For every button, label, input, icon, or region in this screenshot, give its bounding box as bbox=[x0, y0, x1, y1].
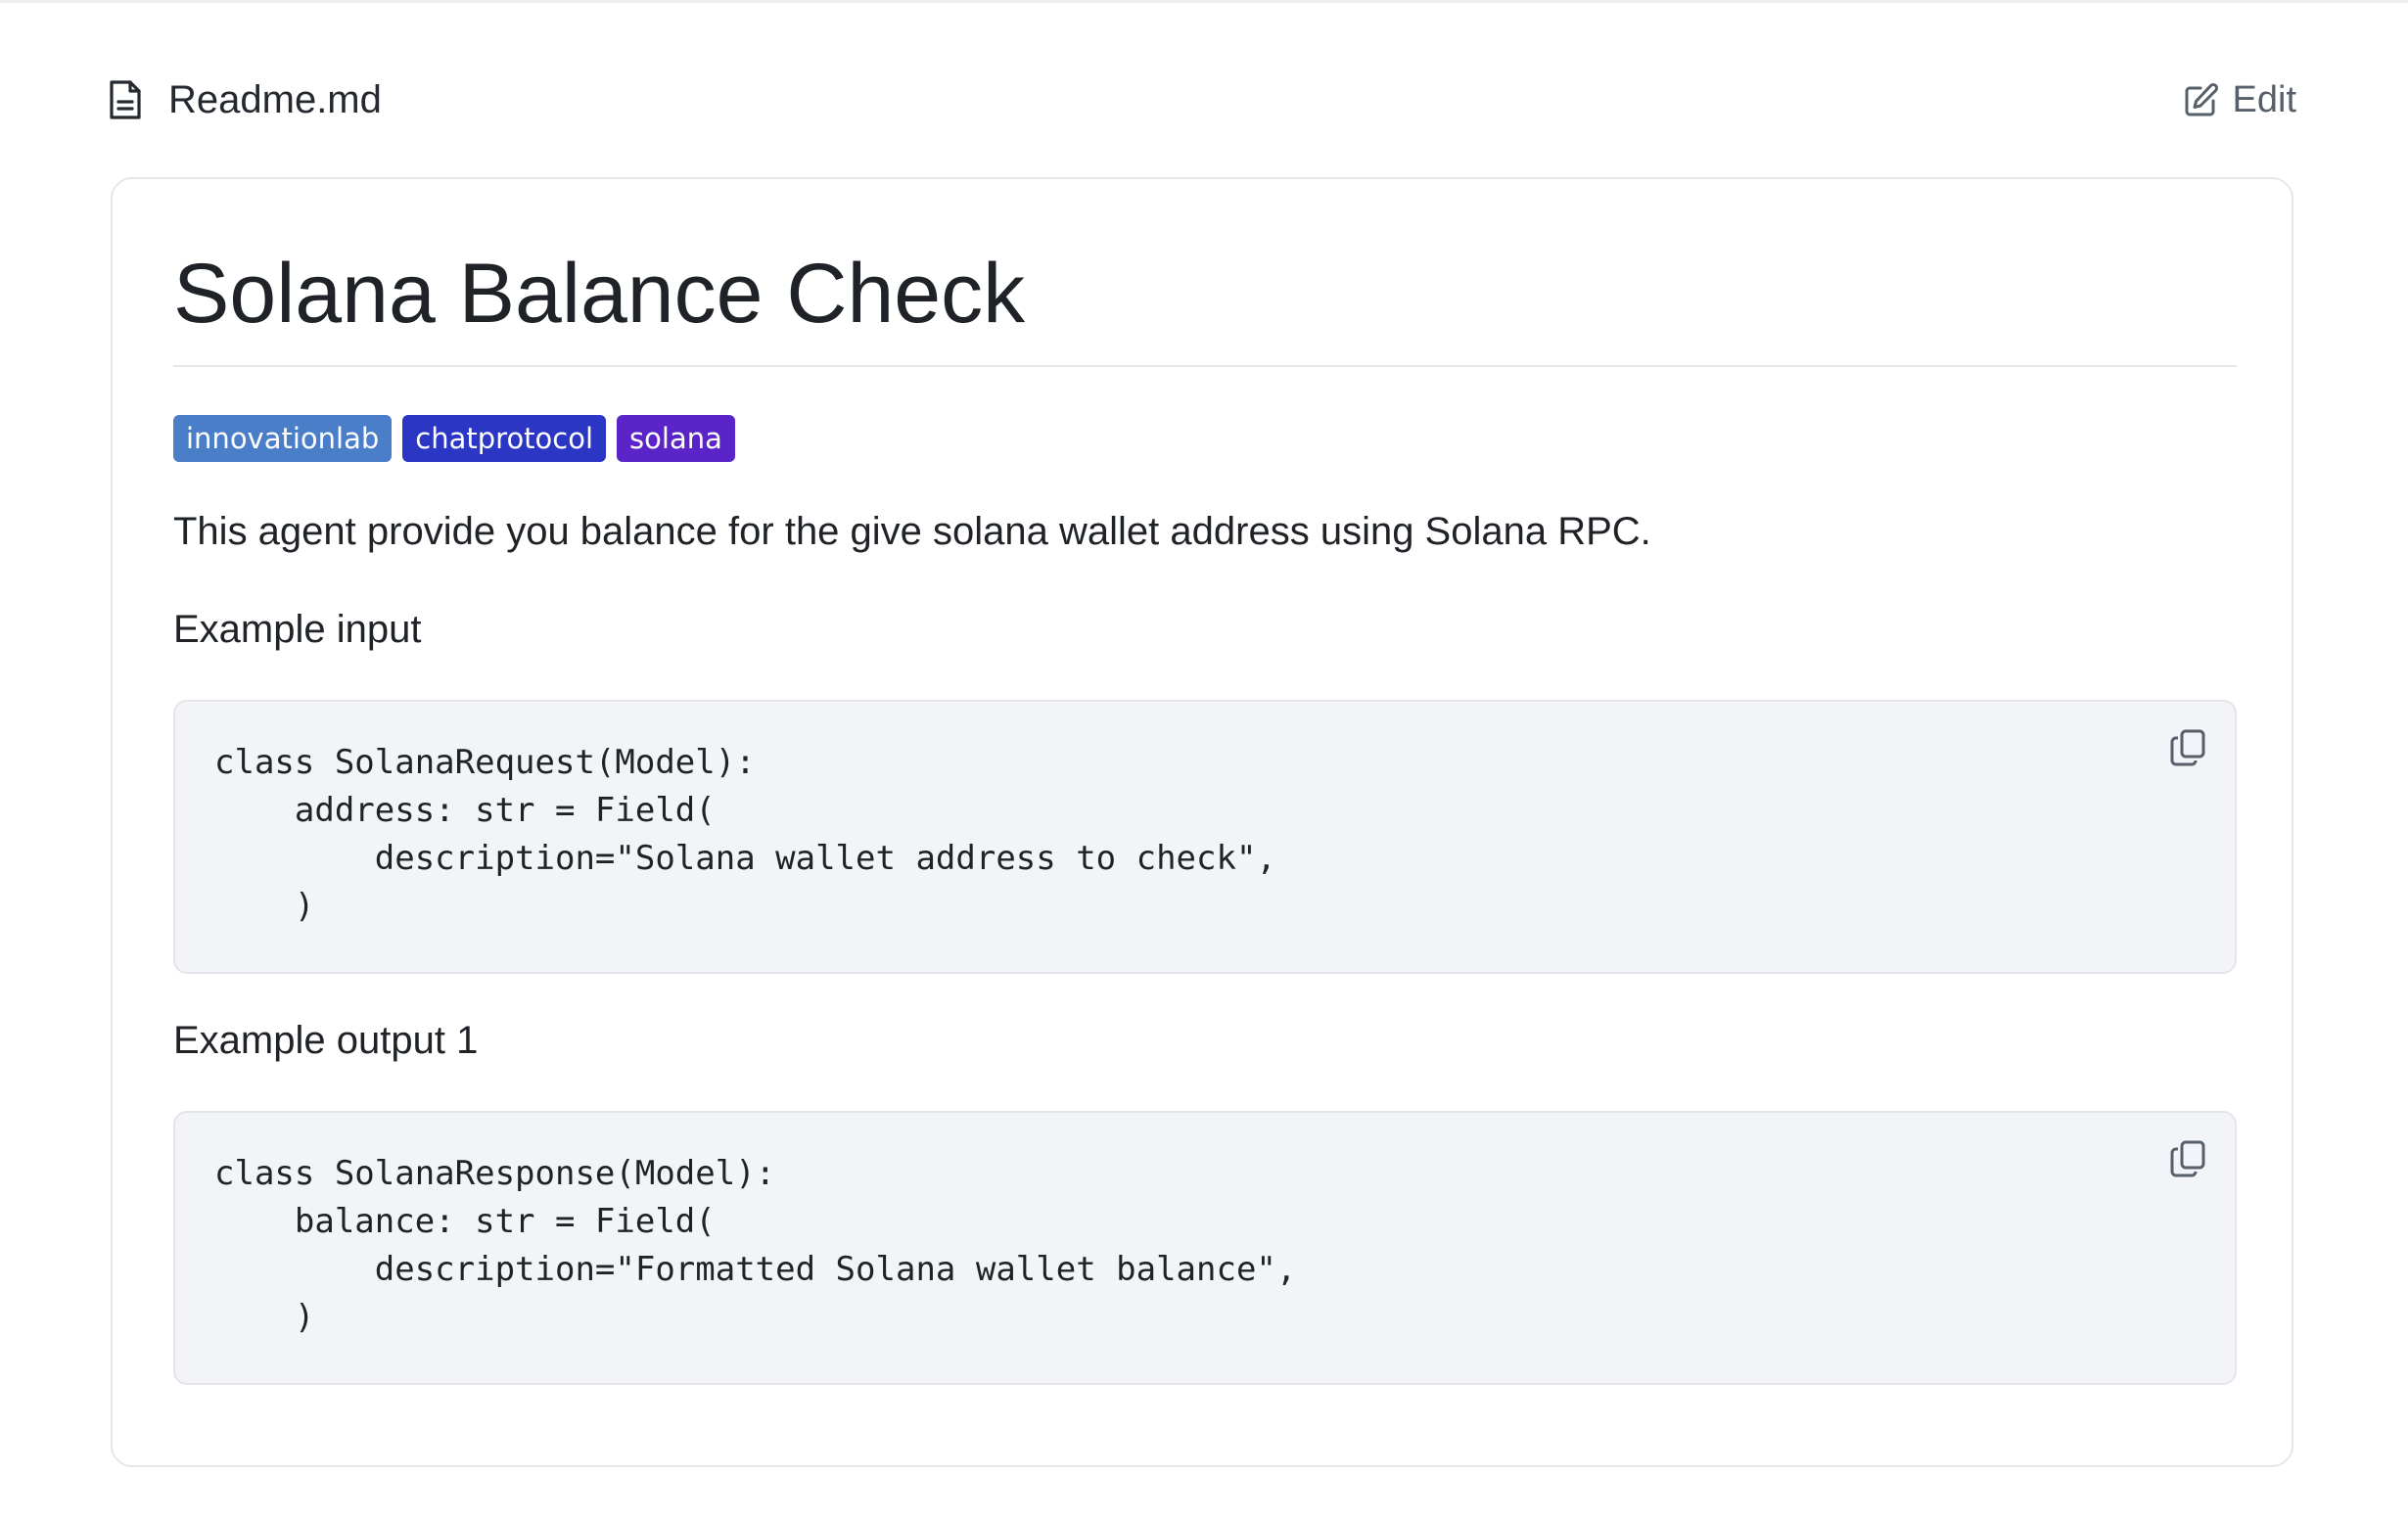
badge-innovationlab: innovationlab bbox=[173, 415, 393, 462]
edit-label: Edit bbox=[2232, 78, 2296, 120]
file-title: Readme.md bbox=[108, 78, 382, 122]
file-name: Readme.md bbox=[168, 77, 382, 121]
code-output: class SolanaResponse(Model): balance: st… bbox=[214, 1154, 1297, 1337]
description: This agent provide you balance for the g… bbox=[173, 510, 1651, 553]
copy-icon[interactable] bbox=[2168, 727, 2209, 768]
readme-title: Solana Balance Check bbox=[173, 247, 1026, 341]
badge-chatprotocol: chatprotocol bbox=[402, 415, 607, 462]
section-heading-output: Example output 1 bbox=[173, 1019, 479, 1062]
title-divider bbox=[173, 365, 2237, 367]
badge-list: innovationlab chatprotocol solana bbox=[173, 415, 735, 462]
readme-card: Solana Balance Check innovationlab chatp… bbox=[111, 177, 2293, 1467]
code-block-output: class SolanaResponse(Model): balance: st… bbox=[173, 1111, 2237, 1385]
section-heading-input: Example input bbox=[173, 608, 422, 651]
file-header: Readme.md Edit bbox=[108, 69, 2296, 131]
copy-icon[interactable] bbox=[2168, 1138, 2209, 1179]
code-input: class SolanaRequest(Model): address: str… bbox=[214, 743, 1276, 926]
badge-solana: solana bbox=[617, 415, 735, 462]
edit-button[interactable]: Edit bbox=[2184, 79, 2296, 121]
edit-icon bbox=[2184, 82, 2219, 117]
top-divider bbox=[0, 0, 2408, 3]
file-text-icon bbox=[108, 78, 143, 121]
code-block-input: class SolanaRequest(Model): address: str… bbox=[173, 700, 2237, 974]
